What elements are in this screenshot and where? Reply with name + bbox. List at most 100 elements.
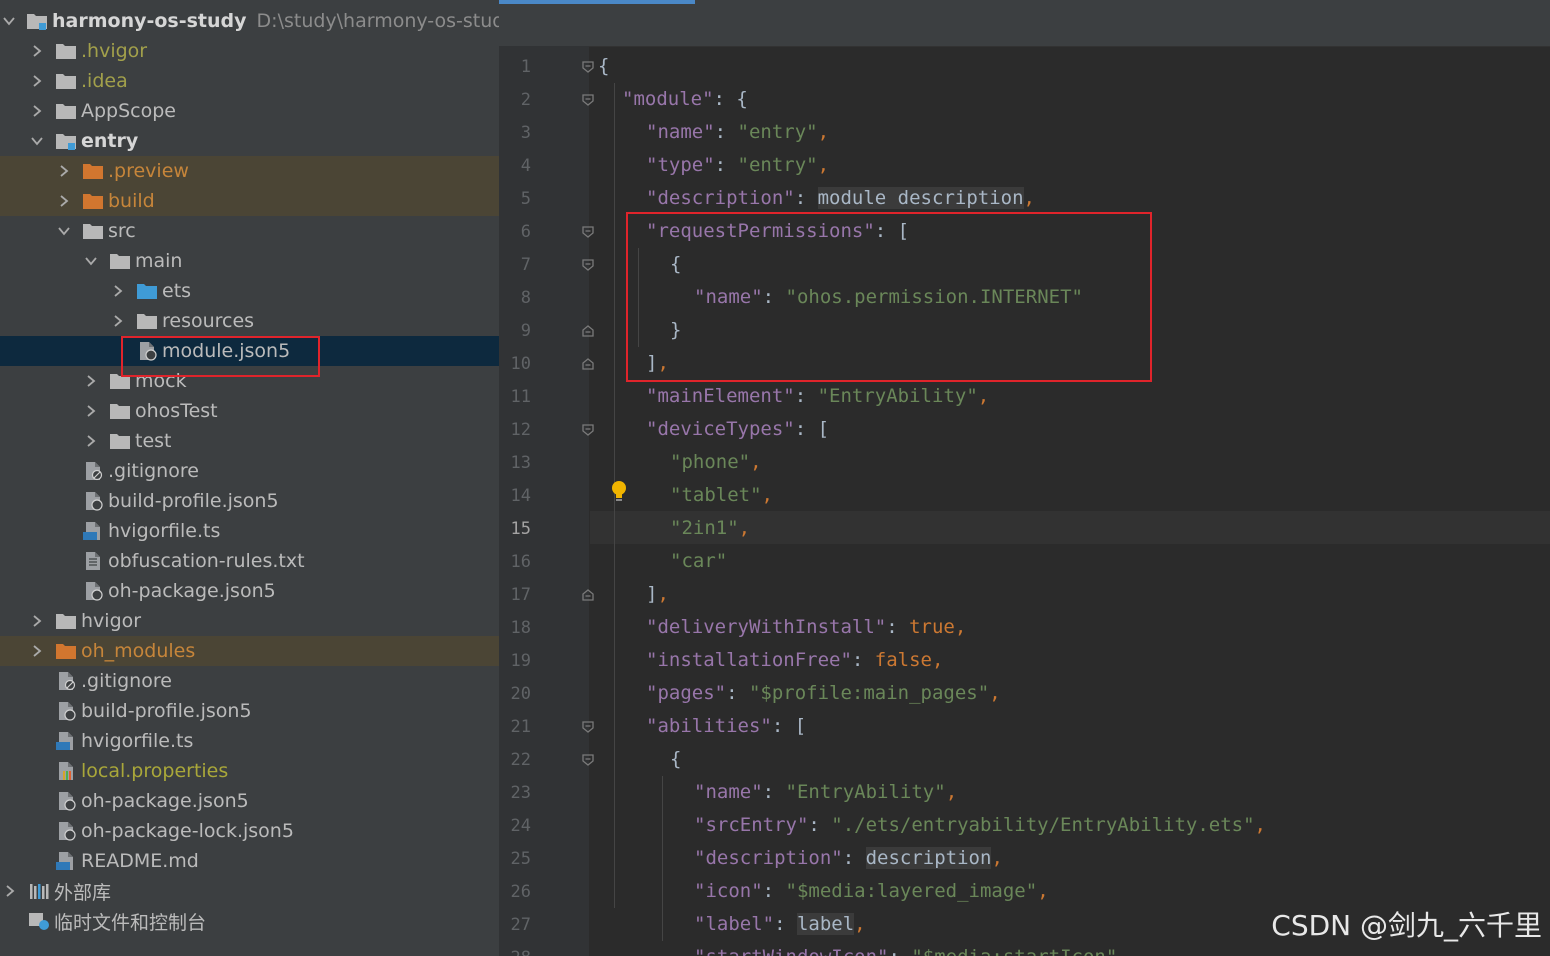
tree-item-readme-md[interactable]: README.md: [0, 846, 499, 876]
tree-item-oh-modules[interactable]: oh_modules: [0, 636, 499, 666]
code-token: {: [598, 55, 610, 77]
code-token: :: [762, 880, 786, 902]
code-token: "name": [694, 781, 763, 803]
code-line[interactable]: "description": description,: [694, 842, 1003, 875]
tree-item-harmony-os-study[interactable]: harmony-os-study D:\study\harmony-os-stud…: [0, 6, 499, 36]
module-folder-icon: [55, 131, 77, 151]
chevron-down-icon[interactable]: [29, 133, 45, 149]
chevron-right-icon[interactable]: [2, 883, 18, 899]
tree-item-src[interactable]: src: [0, 216, 499, 246]
code-line[interactable]: {: [598, 50, 609, 83]
code-line[interactable]: "deviceTypes": [: [646, 413, 829, 446]
tree-item-main[interactable]: main: [0, 246, 499, 276]
fold-open-icon[interactable]: [581, 93, 595, 107]
chevron-right-icon[interactable]: [29, 43, 45, 59]
chevron-right-icon[interactable]: [29, 643, 45, 659]
code-line[interactable]: "name": "entry",: [646, 116, 829, 149]
chevron-down-icon[interactable]: [2, 13, 16, 29]
tree-item-[interactable]: 外部库: [0, 876, 499, 906]
tree-item-resources[interactable]: resources: [0, 306, 499, 336]
tree-item-preview[interactable]: .preview: [0, 156, 499, 186]
chevron-right-icon[interactable]: [56, 163, 72, 179]
chevron-down-icon[interactable]: [56, 223, 72, 239]
chevron-down-icon[interactable]: [83, 253, 99, 269]
folder-icon: [55, 101, 77, 121]
line-number: 22: [510, 750, 531, 770]
tree-item-appscope[interactable]: AppScope: [0, 96, 499, 126]
tree-item-hvigorfile-ts[interactable]: hvigorfile.ts: [0, 516, 499, 546]
code-line[interactable]: "description": module description,: [646, 182, 1035, 215]
code-line[interactable]: "name": "EntryAbility",: [694, 776, 957, 809]
chevron-right-icon[interactable]: [29, 613, 45, 629]
code-line[interactable]: "srcEntry": "./ets/entryability/EntryAbi…: [694, 809, 1266, 842]
fold-open-icon[interactable]: [581, 720, 595, 734]
code-line[interactable]: "type": "entry",: [646, 149, 829, 182]
code-line[interactable]: "icon": "$media:layered_image",: [694, 875, 1049, 908]
tree-item-hvigor[interactable]: .hvigor: [0, 36, 499, 66]
code-line[interactable]: "phone",: [670, 446, 762, 479]
code-token: "car": [670, 550, 728, 572]
code-line[interactable]: "deliveryWithInstall": true,: [646, 611, 966, 644]
tree-item-idea[interactable]: .idea: [0, 66, 499, 96]
chevron-right-icon[interactable]: [83, 373, 99, 389]
code-line[interactable]: "label": label,: [694, 908, 866, 941]
fold-open-icon[interactable]: [581, 753, 595, 767]
code-line[interactable]: "car": [670, 545, 727, 578]
scratch-console-icon: [28, 911, 50, 931]
chevron-right-icon[interactable]: [29, 103, 45, 119]
tree-item-label: harmony-os-study: [52, 10, 247, 32]
fold-open-icon[interactable]: [581, 60, 595, 74]
chevron-right-icon[interactable]: [83, 433, 99, 449]
chevron-right-icon[interactable]: [56, 193, 72, 209]
code-line[interactable]: "module": {: [622, 83, 748, 116]
tree-item-hvigor[interactable]: hvigor: [0, 606, 499, 636]
code-line[interactable]: "abilities": [: [646, 710, 806, 743]
tree-item-obfuscation-rules-txt[interactable]: obfuscation-rules.txt: [0, 546, 499, 576]
code-line[interactable]: "installationFree": false,: [646, 644, 943, 677]
fold-close-icon[interactable]: [581, 357, 595, 371]
code-line[interactable]: "2in1",: [670, 512, 750, 545]
tree-item-oh-package-json5[interactable]: oh-package.json5: [0, 786, 499, 816]
code-line[interactable]: "startWindowIcon": "$media:startIcon",: [694, 941, 1129, 956]
tree-item-gitignore[interactable]: .gitignore: [0, 666, 499, 696]
code-token: :: [886, 616, 910, 638]
tree-item-build-profile-json5[interactable]: build-profile.json5: [0, 486, 499, 516]
code-token: "tablet": [670, 484, 762, 506]
code-line[interactable]: "mainElement": "EntryAbility",: [646, 380, 989, 413]
fold-close-icon[interactable]: [581, 588, 595, 602]
code-token: ,: [817, 121, 830, 143]
fold-open-icon[interactable]: [581, 423, 595, 437]
code-token: "entry": [737, 121, 818, 143]
tree-item-ohostest[interactable]: ohosTest: [0, 396, 499, 426]
tree-item-hvigorfile-ts[interactable]: hvigorfile.ts: [0, 726, 499, 756]
tree-item-oh-package-json5[interactable]: oh-package.json5: [0, 576, 499, 606]
code-token: "phone": [670, 451, 751, 473]
code-editor[interactable]: 1 2 3 4 5 6 7 8 9 10 11 12 13 14 15 16 17 18 19 20 21 22 23 24 2…: [499, 0, 1550, 956]
line-number: 21: [510, 717, 531, 737]
chevron-right-icon[interactable]: [83, 403, 99, 419]
lightbulb-icon[interactable]: [609, 479, 629, 503]
tree-item-gitignore[interactable]: .gitignore: [0, 456, 499, 486]
fold-close-icon[interactable]: [581, 324, 595, 338]
chevron-right-icon[interactable]: [29, 73, 45, 89]
code-line[interactable]: {: [670, 743, 681, 776]
tree-item-build-profile-json5[interactable]: build-profile.json5: [0, 696, 499, 726]
chevron-right-icon[interactable]: [110, 283, 126, 299]
chevron-right-icon[interactable]: [110, 313, 126, 329]
code-line[interactable]: ],: [646, 578, 669, 611]
tree-item-[interactable]: 临时文件和控制台: [0, 906, 499, 936]
tree-item-local-properties[interactable]: local.properties: [0, 756, 499, 786]
tree-item-ets[interactable]: ets: [0, 276, 499, 306]
tree-item-test[interactable]: test: [0, 426, 499, 456]
fold-open-icon[interactable]: [581, 258, 595, 272]
tree-item-build[interactable]: build: [0, 186, 499, 216]
code-line[interactable]: "pages": "$profile:main_pages",: [646, 677, 1001, 710]
fold-open-icon[interactable]: [581, 225, 595, 239]
active-tab-indicator[interactable]: [499, 0, 695, 4]
code-line[interactable]: "tablet",: [670, 479, 773, 512]
code-token: ,: [977, 385, 990, 407]
tree-item-entry[interactable]: entry: [0, 126, 499, 156]
tree-item-oh-package-lock-json5[interactable]: oh-package-lock.json5: [0, 816, 499, 846]
